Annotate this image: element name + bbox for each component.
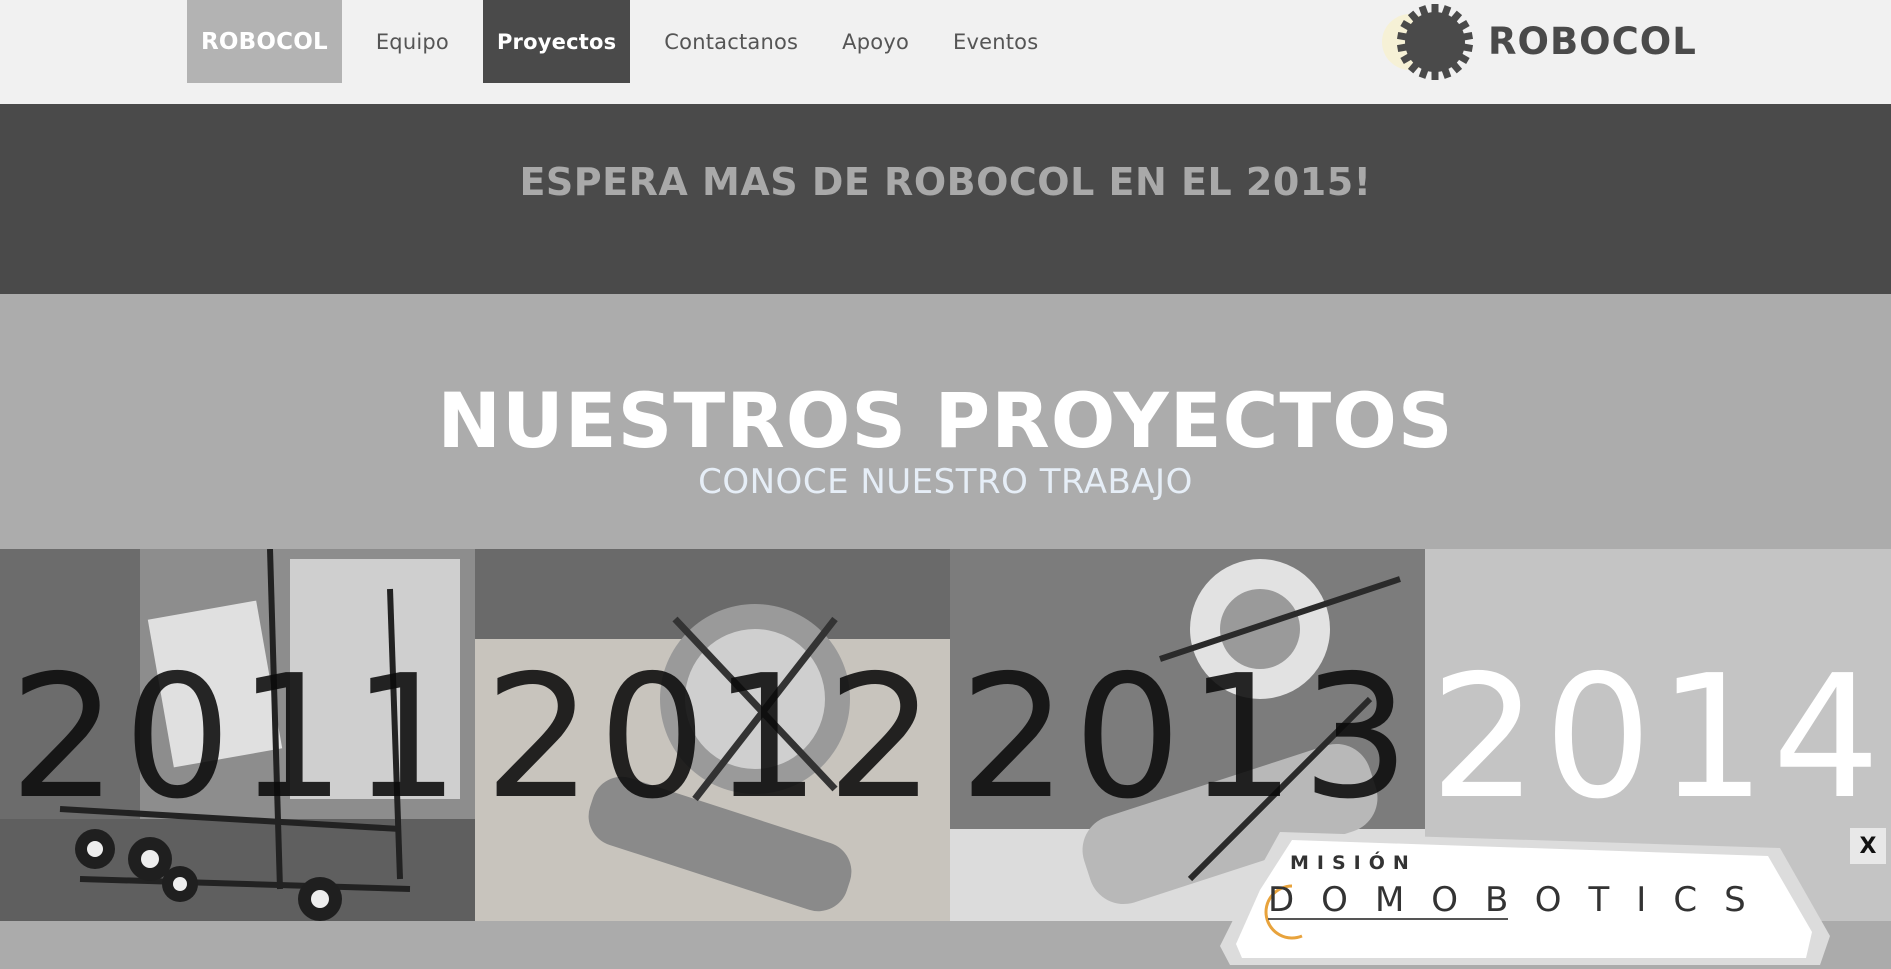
main-nav: ROBOCOL Equipo Proyectos Contactanos Apo… bbox=[187, 0, 1060, 83]
tile-year-label: 2011 bbox=[9, 639, 466, 837]
close-popup-button[interactable]: X bbox=[1850, 828, 1886, 864]
project-tile-2012[interactable]: 2012 bbox=[475, 549, 950, 921]
nav-item-equipo[interactable]: Equipo bbox=[354, 0, 471, 83]
logo-text: ROBOCOL bbox=[1488, 20, 1697, 63]
popup-underline bbox=[1268, 918, 1508, 920]
nav-item-apoyo[interactable]: Apoyo bbox=[820, 0, 931, 83]
top-navbar: ROBOCOL Equipo Proyectos Contactanos Apo… bbox=[0, 0, 1891, 104]
popup-title-mision: MISIÓN bbox=[1290, 852, 1417, 874]
popup-title-domobotics: DOMOBOTICS bbox=[1268, 880, 1773, 920]
gear-icon bbox=[1382, 4, 1474, 80]
project-tile-2011[interactable]: 2011 bbox=[0, 549, 475, 921]
nav-item-proyectos[interactable]: Proyectos bbox=[482, 0, 631, 83]
nav-item-eventos[interactable]: Eventos bbox=[931, 0, 1060, 83]
projects-section: NUESTROS PROYECTOS CONOCE NUESTRO TRABAJ… bbox=[0, 294, 1891, 549]
banner-text: ESPERA MAS DE ROBOCOL EN EL 2015! bbox=[519, 160, 1372, 204]
robocol-logo[interactable]: ROBOCOL bbox=[1380, 4, 1696, 82]
tile-year-label: 2014 bbox=[1429, 639, 1887, 837]
nav-brand-robocol[interactable]: ROBOCOL bbox=[187, 0, 342, 83]
nav-item-contactanos[interactable]: Contactanos bbox=[642, 0, 820, 83]
projects-subtitle: CONOCE NUESTRO TRABAJO bbox=[698, 462, 1193, 502]
announcement-banner: ESPERA MAS DE ROBOCOL EN EL 2015! bbox=[0, 104, 1891, 294]
tile-year-label: 2013 bbox=[959, 639, 1416, 837]
tile-year-label: 2012 bbox=[484, 639, 941, 837]
projects-title: NUESTROS PROYECTOS bbox=[437, 376, 1454, 465]
